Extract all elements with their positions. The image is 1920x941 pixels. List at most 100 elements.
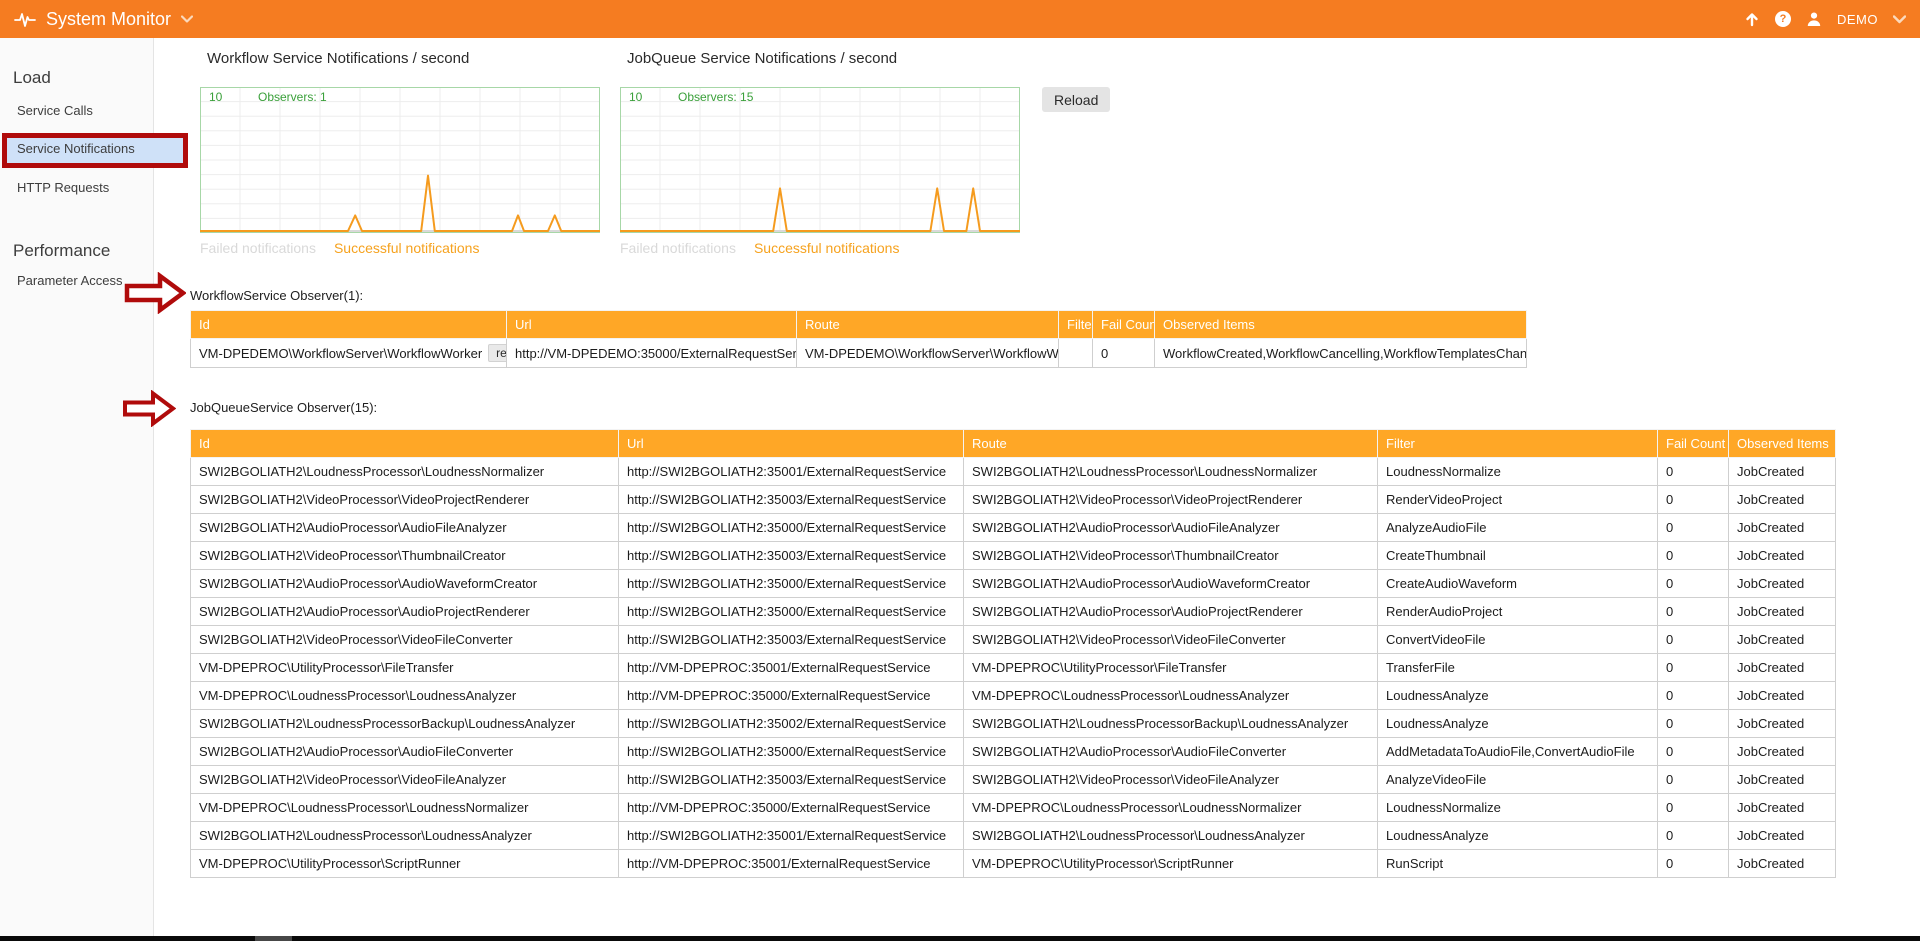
table-cell: JobCreated [1729,598,1836,626]
svg-text:Observers: 15: Observers: 15 [678,90,754,104]
table-row: SWI2BGOLIATH2\VideoProcessor\VideoProjec… [191,486,1836,514]
table-cell: http://SWI2BGOLIATH2:35003/ExternalReque… [619,626,964,654]
user-menu-label[interactable]: DEMO [1837,12,1878,27]
table-row: SWI2BGOLIATH2\AudioProcessor\AudioWavefo… [191,570,1836,598]
table-cell: JobCreated [1729,682,1836,710]
sidebar-section-performance: Performance [13,241,110,261]
app-title: System Monitor [46,9,171,30]
table-cell: SWI2BGOLIATH2\VideoProcessor\ThumbnailCr… [964,542,1378,570]
table-row: VM-DPEDEMO\WorkflowServer\WorkflowWorker… [191,339,1527,368]
table-cell: AddMetadataToAudioFile,ConvertAudioFile [1378,738,1658,766]
column-header-url: Url [619,430,964,458]
table-row: SWI2BGOLIATH2\VideoProcessor\ThumbnailCr… [191,542,1836,570]
table-cell: http://VM-DPEPROC:35001/ExternalRequestS… [619,850,964,878]
table-cell: WorkflowCreated,WorkflowCancelling,Workf… [1155,339,1527,368]
workflow-chart-legend: Failed notifications Successful notifica… [200,240,479,256]
table-cell: CreateThumbnail [1378,542,1658,570]
table-cell: http://SWI2BGOLIATH2:35003/ExternalReque… [619,542,964,570]
sidebar-item-service-calls[interactable]: Service Calls [17,103,93,118]
table-cell: http://VM-DPEPROC:35000/ExternalRequestS… [619,682,964,710]
sidebar-item-service-notifications[interactable]: Service Notifications [17,141,135,156]
table-row: SWI2BGOLIATH2\LoudnessProcessorBackup\Lo… [191,710,1836,738]
table-cell: SWI2BGOLIATH2\LoudnessProcessor\Loudness… [191,822,619,850]
sidebar-item-parameter-access[interactable]: Parameter Access [17,273,123,288]
chevron-down-icon[interactable] [1893,15,1906,24]
column-header-id: Id [191,311,507,339]
table-cell: TransferFile [1378,654,1658,682]
table-cell: SWI2BGOLIATH2\AudioProcessor\AudioFileCo… [191,738,619,766]
table-cell: 0 [1658,458,1729,486]
red-arrow-annotation [124,272,186,319]
user-icon[interactable] [1806,11,1822,27]
table-cell: JobCreated [1729,570,1836,598]
table-cell: SWI2BGOLIATH2\VideoProcessor\ThumbnailCr… [191,542,619,570]
table-cell: http://SWI2BGOLIATH2:35003/ExternalReque… [619,486,964,514]
legend-failed-notifications[interactable]: Failed notifications [620,240,736,256]
table-cell: JobCreated [1729,626,1836,654]
table-cell: SWI2BGOLIATH2\LoudnessProcessorBackup\Lo… [964,710,1378,738]
table-cell: SWI2BGOLIATH2\VideoProcessor\VideoProjec… [964,486,1378,514]
table-cell: SWI2BGOLIATH2\AudioProcessor\AudioWavefo… [191,570,619,598]
table-cell: 0 [1658,794,1729,822]
table-row: VM-DPEPROC\UtilityProcessor\ScriptRunner… [191,850,1836,878]
table-cell: VM-DPEPROC\LoudnessProcessor\LoudnessAna… [191,682,619,710]
table-cell: JobCreated [1729,794,1836,822]
table-cell: 0 [1658,822,1729,850]
table-row: VM-DPEPROC\LoudnessProcessor\LoudnessAna… [191,682,1836,710]
table-cell: JobCreated [1729,458,1836,486]
table-cell: 0 [1658,514,1729,542]
table-cell: 0 [1658,738,1729,766]
table-cell: 0 [1658,598,1729,626]
table-cell: VM-DPEDEMO\WorkflowServer\WorkflowWorker [797,339,1059,368]
table-cell: http://VM-DPEPROC:35001/ExternalRequestS… [619,654,964,682]
table-cell: SWI2BGOLIATH2\AudioProcessor\AudioWavefo… [964,570,1378,598]
chevron-down-icon[interactable] [181,15,193,23]
table-cell: http://SWI2BGOLIATH2:35001/ExternalReque… [619,822,964,850]
up-arrow-icon[interactable] [1744,11,1760,27]
table-cell: RenderAudioProject [1378,598,1658,626]
table-cell: AnalyzeVideoFile [1378,766,1658,794]
table-cell: SWI2BGOLIATH2\VideoProcessor\VideoFileCo… [191,626,619,654]
sidebar-item-http-requests[interactable]: HTTP Requests [17,180,109,195]
reload-button[interactable]: Reload [1042,87,1110,112]
column-header-url: Url [507,311,797,339]
legend-successful-notifications[interactable]: Successful notifications [754,240,900,256]
table-cell: VM-DPEPROC\LoudnessProcessor\LoudnessNor… [191,794,619,822]
column-header-fail-count: Fail Count [1093,311,1155,339]
legend-failed-notifications[interactable]: Failed notifications [200,240,316,256]
table-cell: SWI2BGOLIATH2\VideoProcessor\VideoFileAn… [964,766,1378,794]
scrollbar-thumb[interactable] [255,936,292,941]
table-cell: SWI2BGOLIATH2\AudioProcessor\AudioProjec… [964,598,1378,626]
table-cell: RenderVideoProject [1378,486,1658,514]
jobqueue-chart-title: JobQueue Service Notifications / second [627,50,897,67]
table-cell: VM-DPEPROC\LoudnessProcessor\LoudnessNor… [964,794,1378,822]
table-row: VM-DPEPROC\UtilityProcessor\FileTransfer… [191,654,1836,682]
table-cell: VM-DPEPROC\UtilityProcessor\ScriptRunner [964,850,1378,878]
jobqueue-chart-legend: Failed notifications Successful notifica… [620,240,899,256]
table-row: SWI2BGOLIATH2\LoudnessProcessor\Loudness… [191,458,1836,486]
table-cell: SWI2BGOLIATH2\LoudnessProcessor\Loudness… [964,822,1378,850]
column-header-route: Route [964,430,1378,458]
legend-successful-notifications[interactable]: Successful notifications [334,240,480,256]
table-cell: SWI2BGOLIATH2\AudioProcessor\AudioFileAn… [191,514,619,542]
remove-button[interactable]: remove [488,344,506,362]
table-row: SWI2BGOLIATH2\LoudnessProcessor\Loudness… [191,822,1836,850]
jobqueue-observer-label: JobQueueService Observer(15): [190,400,377,415]
table-cell: 0 [1658,850,1729,878]
table-cell: http://VM-DPEPROC:35000/ExternalRequestS… [619,794,964,822]
table-cell: LoudnessNormalize [1378,794,1658,822]
table-header-row: IdUrlRouteFilterFail CountObserved Items [191,311,1527,339]
table-cell: JobCreated [1729,738,1836,766]
svg-text:10: 10 [209,90,223,104]
table-header-row: IdUrlRouteFilterFail CountObserved Items [191,430,1836,458]
column-header-filter: Filter [1059,311,1093,339]
help-icon[interactable]: ? [1775,11,1791,27]
workflow-chart-title: Workflow Service Notifications / second [207,50,469,67]
red-arrow-annotation [122,390,176,432]
horizontal-scrollbar[interactable] [0,936,1920,941]
table-cell: JobCreated [1729,822,1836,850]
table-cell: SWI2BGOLIATH2\AudioProcessor\AudioFileAn… [964,514,1378,542]
table-cell: LoudnessAnalyze [1378,682,1658,710]
column-header-fail-count: Fail Count [1658,430,1729,458]
table-row: VM-DPEPROC\LoudnessProcessor\LoudnessNor… [191,794,1836,822]
